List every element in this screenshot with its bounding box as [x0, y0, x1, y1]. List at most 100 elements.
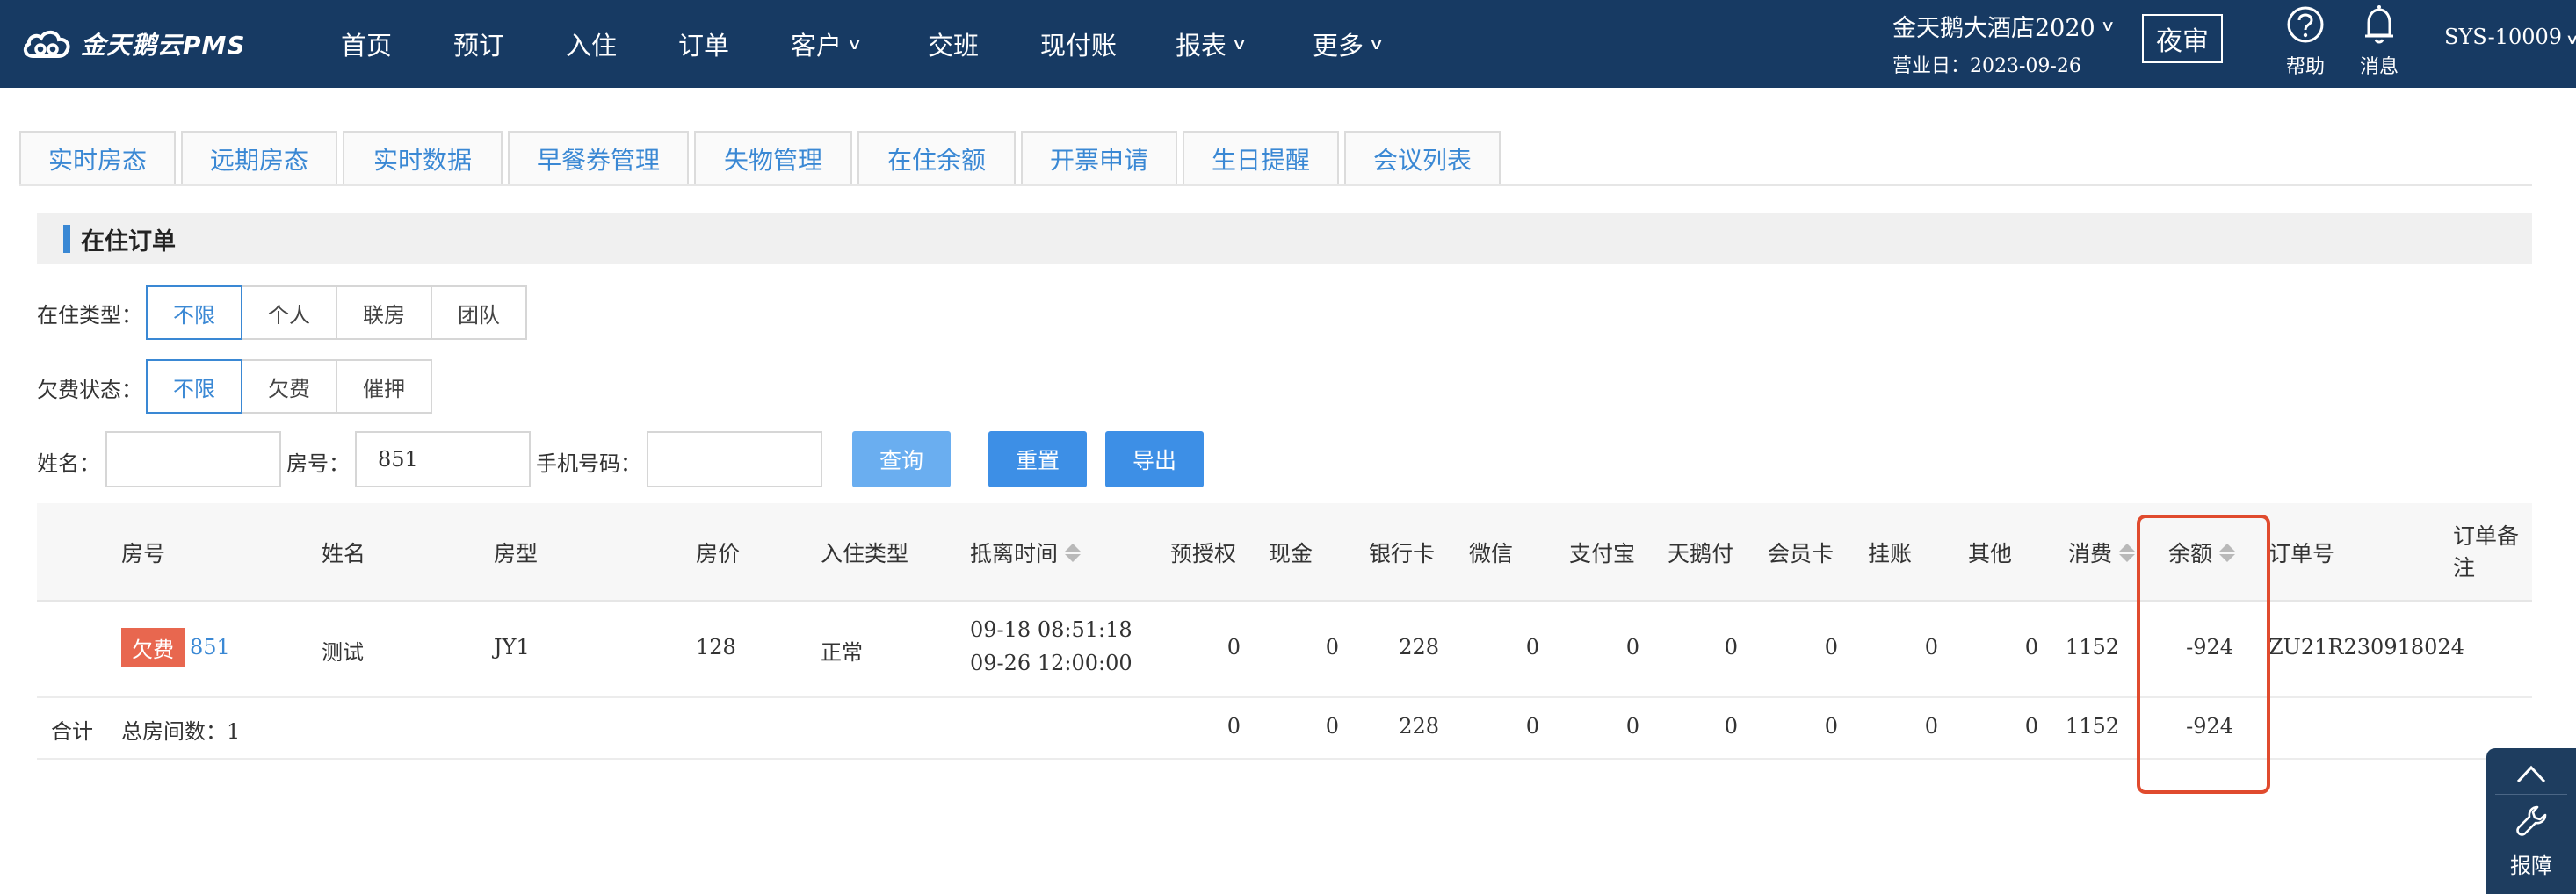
total-consumption: 1152: [2065, 714, 2119, 739]
wrench-icon[interactable]: [2514, 803, 2550, 838]
arrears-all[interactable]: 不限: [146, 359, 242, 414]
chevron-down-icon: ∨: [846, 34, 863, 54]
arrears-deposit-reminder[interactable]: 催押: [336, 359, 432, 414]
order-number[interactable]: ZU21R230918024: [2268, 635, 2464, 660]
nav-cash-account[interactable]: 现付账: [1040, 25, 1137, 62]
business-date: 营业日：2023-09-26: [1892, 55, 2081, 77]
scroll-to-top-icon[interactable]: [2514, 761, 2548, 787]
nav-customers[interactable]: 客户 ∨: [791, 25, 887, 62]
logo[interactable]: 金天鹅云PMS: [21, 23, 246, 65]
col-consumption[interactable]: 消费: [2068, 503, 2136, 602]
help-label: 帮助: [2285, 56, 2325, 78]
help-icon: [2287, 6, 2324, 43]
help-button[interactable]: 帮助: [2270, 4, 2341, 79]
total-preauth: 0: [1226, 714, 1241, 739]
total-member-card: 0: [1824, 714, 1838, 739]
tab-breakfast-vouchers[interactable]: 早餐券管理: [508, 131, 689, 185]
tabs-divider: [19, 184, 2532, 186]
user-menu[interactable]: SYS-10009∨: [2444, 25, 2576, 49]
panel-divider: [2495, 794, 2567, 795]
tab-in-house-balance[interactable]: 在住余额: [857, 131, 1016, 185]
room-number-link[interactable]: 851: [190, 635, 230, 660]
nav-reports[interactable]: 报表 ∨: [1176, 25, 1272, 62]
night-audit-button[interactable]: 夜审: [2142, 14, 2223, 63]
total-swan-pay: 0: [1724, 714, 1738, 739]
user-name: SYS-10009: [2444, 25, 2563, 49]
total-wechat: 0: [1525, 714, 1539, 739]
bank-card-value: 228: [1399, 635, 1439, 660]
tab-realtime-room-status[interactable]: 实时房态: [19, 131, 176, 185]
swan-pay-value: 0: [1724, 635, 1738, 660]
col-swan-pay: 天鹅付: [1668, 541, 1734, 566]
stay-type-individual[interactable]: 个人: [241, 285, 337, 340]
room-number-input[interactable]: 851: [355, 431, 531, 487]
export-button[interactable]: 导出: [1105, 431, 1204, 487]
departure-time: 09-26 12:00:00: [970, 651, 1132, 675]
on-account-value: 0: [1924, 635, 1938, 660]
wechat-value: 0: [1525, 635, 1539, 660]
total-label: 合计: [51, 719, 93, 744]
top-navbar: 金天鹅云PMS 首页 预订 入住 订单 客户 ∨ 交班 现付账 报表 ∨ 更多 ∨ 金…: [0, 0, 2576, 88]
hotel-selector[interactable]: 金天鹅大酒店2020 ∨ 营业日：2023-09-26: [1892, 9, 2130, 78]
stay-type-group[interactable]: 团队: [431, 285, 527, 340]
col-arrival-departure[interactable]: 抵离时间: [970, 503, 1082, 602]
col-bank-card: 银行卡: [1369, 541, 1436, 566]
sort-icon[interactable]: [2119, 543, 2136, 562]
total-other: 0: [2024, 714, 2038, 739]
phone-label: 手机号码：: [536, 451, 641, 476]
table-row[interactable]: 欠费 851 测试 JY1 128 正常 09-18 08:51:18 09-2…: [37, 602, 2532, 698]
chevron-down-icon: ∨: [2100, 17, 2116, 35]
room-type: JY1: [494, 635, 530, 660]
reset-button[interactable]: 重置: [988, 431, 1087, 487]
nav-shift[interactable]: 交班: [928, 25, 998, 62]
stay-type: 正常: [821, 640, 863, 665]
col-order-remark: 订单备注: [2453, 523, 2520, 580]
room-price: 128: [696, 635, 736, 660]
col-order-no: 订单号: [2268, 541, 2335, 566]
tab-invoice-requests[interactable]: 开票申请: [1021, 131, 1177, 185]
tab-future-room-status[interactable]: 远期房态: [181, 131, 337, 185]
sort-icon[interactable]: [1065, 543, 1082, 562]
query-button[interactable]: 查询: [852, 431, 951, 487]
col-on-account: 挂账: [1868, 541, 1913, 566]
room-label: 房号：: [286, 451, 350, 476]
alipay-value: 0: [1625, 635, 1639, 660]
messages-button[interactable]: 消息: [2344, 4, 2414, 79]
arrears-status-filter: 不限 欠费 催押: [146, 359, 432, 414]
stay-type-all[interactable]: 不限: [146, 285, 242, 340]
col-stay-type: 入住类型: [821, 541, 909, 566]
nav-reservation[interactable]: 预订: [453, 25, 524, 62]
tab-meeting-list[interactable]: 会议列表: [1344, 131, 1501, 185]
total-on-account: 0: [1924, 714, 1938, 739]
stay-type-linked-rooms[interactable]: 联房: [336, 285, 432, 340]
stay-type-label: 在住类型：: [37, 303, 142, 328]
section-header: 在住订单: [37, 213, 2532, 264]
nav-orders[interactable]: 订单: [678, 25, 749, 62]
tab-realtime-data[interactable]: 实时数据: [343, 131, 503, 185]
table-header: 房号 姓名 房型 房价 入住类型 抵离时间 预授权 现金 银行卡 微信 支付宝 …: [37, 503, 2532, 602]
col-name: 姓名: [322, 541, 366, 566]
col-wechat: 微信: [1469, 541, 1514, 566]
total-cash: 0: [1325, 714, 1339, 739]
tab-birthday-reminders[interactable]: 生日提醒: [1183, 131, 1339, 185]
stay-type-filter: 不限 个人 联房 团队: [146, 285, 527, 340]
arrears-owing[interactable]: 欠费: [241, 359, 337, 414]
nav-more[interactable]: 更多 ∨: [1313, 25, 1409, 62]
col-room-type: 房型: [494, 541, 539, 566]
sort-icon[interactable]: [2219, 543, 2236, 562]
arrival-time: 09-18 08:51:18: [970, 617, 1132, 642]
guest-name: 测试: [322, 640, 364, 665]
cloud-logo-icon: [23, 30, 70, 58]
tab-lost-and-found[interactable]: 失物管理: [694, 131, 852, 185]
messages-label: 消息: [2359, 56, 2399, 78]
phone-input[interactable]: [647, 431, 822, 487]
floating-panel: 报障: [2486, 748, 2576, 894]
chevron-down-icon: ∨: [2565, 31, 2576, 47]
nav-home[interactable]: 首页: [341, 25, 411, 62]
table-total-row: 合计 总房间数：1 0 0 228 0 0 0 0 0 0 1152 -924: [37, 698, 2532, 760]
section-accent: [63, 225, 70, 253]
nav-checkin[interactable]: 入住: [566, 25, 636, 62]
report-fault-label[interactable]: 报障: [2486, 848, 2576, 879]
col-balance[interactable]: 余额: [2168, 503, 2236, 602]
name-input[interactable]: [105, 431, 281, 487]
